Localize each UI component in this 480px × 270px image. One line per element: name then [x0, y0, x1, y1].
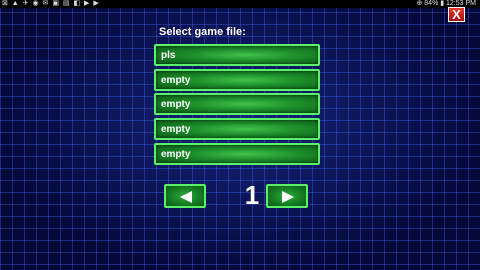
save-slot-4[interactable]: empty — [154, 118, 320, 140]
status-bar: ⊠ ▲ ✈ ◉ ✉ ▣ ▤ ◧ ▶ ▶ ⊕ 84% ▮ 12:53 PM — [0, 0, 480, 8]
save-slot-1[interactable]: pls — [154, 44, 320, 66]
save-slot-3[interactable]: empty — [154, 93, 320, 115]
save-slot-5[interactable]: empty — [154, 143, 320, 165]
close-button[interactable]: X — [448, 7, 465, 22]
save-slot-2[interactable]: empty — [154, 69, 320, 91]
save-slot-label: empty — [161, 75, 191, 86]
left-arrow-icon — [180, 191, 192, 203]
page-number: 1 — [244, 180, 260, 210]
next-page-button[interactable] — [266, 184, 308, 208]
save-slot-label: empty — [161, 124, 191, 135]
status-icons: ⊠ ▲ ✈ ◉ ✉ ▣ ▤ ◧ ▶ ▶ — [2, 0, 100, 7]
status-clock-battery: ⊕ 84% ▮ 12:53 PM — [416, 0, 476, 7]
save-slot-label: empty — [161, 149, 191, 160]
previous-page-button[interactable] — [164, 184, 206, 208]
save-slot-label: pls — [161, 50, 176, 61]
save-slot-label: empty — [161, 99, 191, 110]
page-title: Select game file: — [159, 26, 246, 38]
right-arrow-icon — [282, 191, 294, 203]
